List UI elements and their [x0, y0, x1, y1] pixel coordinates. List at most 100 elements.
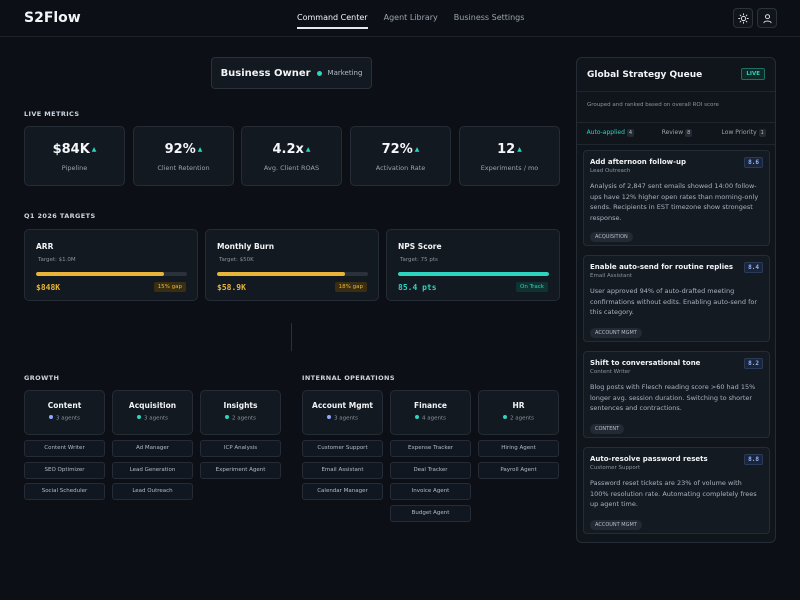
agent-chip-content-writer[interactable]: Content Writer — [24, 440, 105, 457]
agent-chip-payroll-agent[interactable]: Payroll Agent — [478, 461, 559, 479]
agent-count: 3 agents — [303, 415, 382, 422]
agent-count-label: 3 agents — [55, 415, 80, 422]
queue-item[interactable]: Shift to conversational tone Content Wri… — [583, 351, 770, 438]
status-dot — [502, 415, 507, 419]
department-card-insights[interactable]: Insights 2 agents — [200, 390, 281, 435]
metric-label: Avg. Client ROAS — [263, 164, 320, 172]
tab-count: 4 — [626, 128, 635, 137]
status-dot — [414, 415, 419, 419]
theme-toggle-button[interactable] — [733, 8, 753, 28]
agent-chip-lead-outreach[interactable]: Lead Outreach — [112, 483, 193, 500]
status-dot — [224, 415, 229, 419]
agent-chip-deal-tracker[interactable]: Deal Tracker — [390, 461, 471, 479]
queue-item[interactable]: Auto-resolve password resets Customer Su… — [583, 447, 770, 534]
metric-card-client-retention[interactable]: 92% ▲ Client Retention — [133, 126, 234, 186]
queue-item-title: Add afternoon follow-up — [590, 158, 687, 166]
on-track-badge: On Track — [516, 282, 548, 292]
department-title: Finance — [414, 401, 447, 410]
category-tag: ACCOUNT MGMT — [590, 520, 642, 530]
tab-auto-applied[interactable]: Auto-applied 4 — [577, 123, 644, 145]
metric-card-experiments[interactable]: 12 ▲ Experiments / mo — [459, 126, 560, 186]
department-card-account-mgmt[interactable]: Account Mgmt 3 agents — [302, 390, 383, 435]
divider — [577, 144, 775, 145]
queue-item-description: Analysis of 2,847 sent emails showed 14:… — [590, 182, 759, 222]
metric-card-activation-rate[interactable]: 72% ▲ Activation Rate — [350, 126, 451, 186]
roi-score-badge: 8.6 — [744, 157, 763, 168]
queue-tabs: Auto-applied 4 Review 8 Low Priority 1 — [577, 123, 775, 145]
queue-item-agent: Email Assistant — [590, 273, 633, 279]
target-goal: Target: 75 pts — [400, 257, 438, 263]
gap-badge: 18% gap — [334, 282, 367, 292]
roi-score-badge: 8.2 — [744, 358, 763, 369]
metric-card-pipeline[interactable]: $84K ▲ Pipeline — [24, 126, 125, 186]
tab-review[interactable]: Review 8 — [644, 123, 711, 145]
department-title: HR — [512, 401, 525, 410]
nav-agent-library[interactable]: Agent Library — [384, 0, 438, 37]
profile-button[interactable] — [757, 8, 777, 28]
queue-item-description: User approved 94% of auto-drafted meetin… — [590, 287, 758, 316]
agent-chip-seo-optimizer[interactable]: SEO Optimizer — [24, 461, 105, 479]
department-card-acquisition[interactable]: Acquisition 3 agents — [112, 390, 193, 435]
agent-chip-customer-support[interactable]: Customer Support — [302, 440, 383, 457]
target-goal: Target: $50K — [219, 257, 254, 263]
agent-chip-social-scheduler[interactable]: Social Scheduler — [24, 483, 105, 500]
target-goal: Target: $1.0M — [38, 257, 76, 263]
agent-count: 2 agents — [479, 415, 558, 422]
agent-count-label: 2 agents — [231, 415, 256, 422]
metric-card-client-roas[interactable]: 4.2x ▲ Avg. Client ROAS — [241, 126, 342, 186]
agent-chip-budget-agent[interactable]: Budget Agent — [390, 504, 471, 522]
agent-count-label: 3 agents — [143, 415, 168, 422]
tab-label: Low Priority — [721, 129, 757, 136]
department-card-finance[interactable]: Finance 4 agents — [390, 390, 471, 435]
agent-chip-expense-tracker[interactable]: Expense Tracker — [390, 440, 471, 457]
nav-command-center[interactable]: Command Center — [297, 0, 368, 37]
progress-track — [36, 272, 187, 276]
business-owner-selector[interactable]: Business Owner Marketing — [211, 57, 372, 89]
app-logo[interactable]: S2Flow — [24, 10, 81, 26]
agent-count-label: 3 agents — [333, 415, 358, 422]
category-tag: ACCOUNT MGMT — [590, 328, 642, 338]
department-card-hr[interactable]: HR 2 agents — [478, 390, 559, 435]
queue-item-title: Shift to conversational tone — [590, 359, 701, 367]
department-title: Acquisition — [128, 401, 177, 410]
agent-chip-calendar-manager[interactable]: Calendar Manager — [302, 483, 383, 500]
strategy-queue-panel: Global Strategy Queue LIVE Grouped and r… — [576, 57, 776, 543]
agent-chip-experiment-agent[interactable]: Experiment Agent — [200, 461, 281, 479]
agent-chip-lead-generation[interactable]: Lead Generation — [112, 461, 193, 479]
connector-line — [291, 323, 292, 351]
agent-count: 3 agents — [113, 415, 192, 422]
metric-label: Pipeline — [61, 164, 88, 172]
target-card-arr[interactable]: ARR Target: $1.0M $848K 15% gap — [24, 229, 198, 301]
target-title: ARR — [36, 242, 54, 251]
agent-chip-hiring-agent[interactable]: Hiring Agent — [478, 440, 559, 457]
department-title: Insights — [223, 401, 258, 410]
queue-item-description: Blog posts with Flesch reading score >60… — [590, 383, 756, 412]
roi-score-badge: 8.4 — [744, 262, 763, 273]
metric-label: Client Retention — [157, 164, 210, 172]
target-title: Monthly Burn — [217, 242, 275, 251]
agent-chip-ad-manager[interactable]: Ad Manager — [112, 440, 193, 457]
agent-chip-icp-analysis[interactable]: ICP Analysis — [200, 440, 281, 457]
sun-icon — [737, 12, 749, 24]
tab-count: 8 — [685, 128, 693, 137]
target-value: 85.4 pts — [398, 283, 437, 292]
panel-subtitle: Grouped and ranked based on overall ROI … — [587, 102, 719, 108]
metric-label: Experiments / mo — [480, 164, 539, 172]
agent-chip-email-assistant[interactable]: Email Assistant — [302, 461, 383, 479]
department-card-content[interactable]: Content 3 agents — [24, 390, 105, 435]
status-dot — [136, 415, 141, 419]
progress-fill — [217, 272, 346, 276]
queue-item[interactable]: Enable auto-send for routine replies Ema… — [583, 255, 770, 342]
target-card-monthly-burn[interactable]: Monthly Burn Target: $50K $58.9K 18% gap — [205, 229, 379, 301]
queue-item-agent: Lead Outreach — [590, 168, 631, 174]
queue-item[interactable]: Add afternoon follow-up Lead Outreach 8.… — [583, 150, 770, 246]
target-card-nps-score[interactable]: NPS Score Target: 75 pts 85.4 pts On Tra… — [386, 229, 560, 301]
queue-item-agent: Content Writer — [590, 369, 631, 375]
owner-department: Marketing — [327, 69, 363, 77]
roi-score-badge: 8.8 — [744, 454, 763, 465]
tab-low-priority[interactable]: Low Priority 1 — [710, 123, 775, 145]
progress-track — [398, 272, 549, 276]
agent-chip-invoice-agent[interactable]: Invoice Agent — [390, 483, 471, 500]
queue-item-agent: Customer Support — [590, 465, 641, 471]
nav-business-settings[interactable]: Business Settings — [454, 0, 525, 37]
